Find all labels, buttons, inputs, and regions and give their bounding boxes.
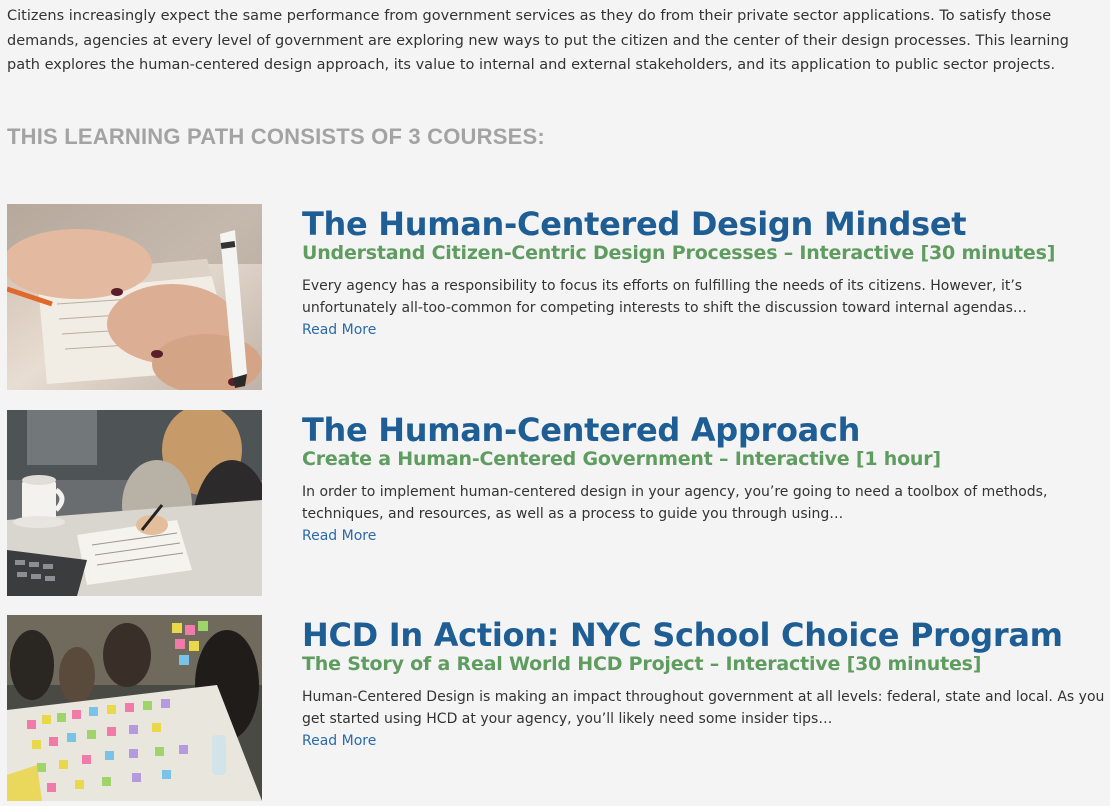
course-card: The Human-Centered Approach Create a Hum… [7, 410, 1107, 596]
course-title[interactable]: The Human-Centered Design Mindset [302, 204, 1110, 244]
course-subtitle: Create a Human-Centered Government – Int… [302, 448, 941, 470]
course-card: The Human-Centered Design Mindset Unders… [7, 204, 1107, 390]
hands-writing-notes-photo [7, 204, 262, 390]
course-thumbnail[interactable] [7, 615, 262, 801]
course-title[interactable]: The Human-Centered Approach [302, 410, 1110, 450]
intro-paragraph: Citizens increasingly expect the same pe… [7, 8, 1069, 73]
course-subtitle: Understand Citizen-Centric Design Proces… [302, 242, 1056, 264]
course-title[interactable]: HCD In Action: NYC School Choice Program [302, 615, 1110, 655]
course-thumbnail[interactable] [7, 410, 262, 596]
course-thumbnail[interactable] [7, 204, 262, 390]
learning-path-page: Citizens increasingly expect the same pe… [0, 0, 1110, 806]
course-body: The Human-Centered Design Mindset Unders… [302, 204, 1110, 341]
course-description: Human-Centered Design is making an impac… [302, 689, 1105, 727]
course-card: HCD In Action: NYC School Choice Program… [7, 615, 1107, 801]
read-more-link[interactable]: Read More [302, 319, 376, 341]
read-more-link[interactable]: Read More [302, 730, 376, 752]
section-heading: THIS LEARNING PATH CONSISTS OF 3 COURSES… [7, 124, 545, 149]
read-more-link[interactable]: Read More [302, 525, 376, 547]
course-body: HCD In Action: NYC School Choice Program… [302, 615, 1110, 752]
team-working-at-table-photo [7, 410, 262, 596]
course-body: The Human-Centered Approach Create a Hum… [302, 410, 1110, 547]
course-description: In order to implement human-centered des… [302, 484, 1048, 522]
sticky-notes-workshop-photo [7, 615, 262, 801]
course-description: Every agency has a responsibility to foc… [302, 278, 1027, 316]
